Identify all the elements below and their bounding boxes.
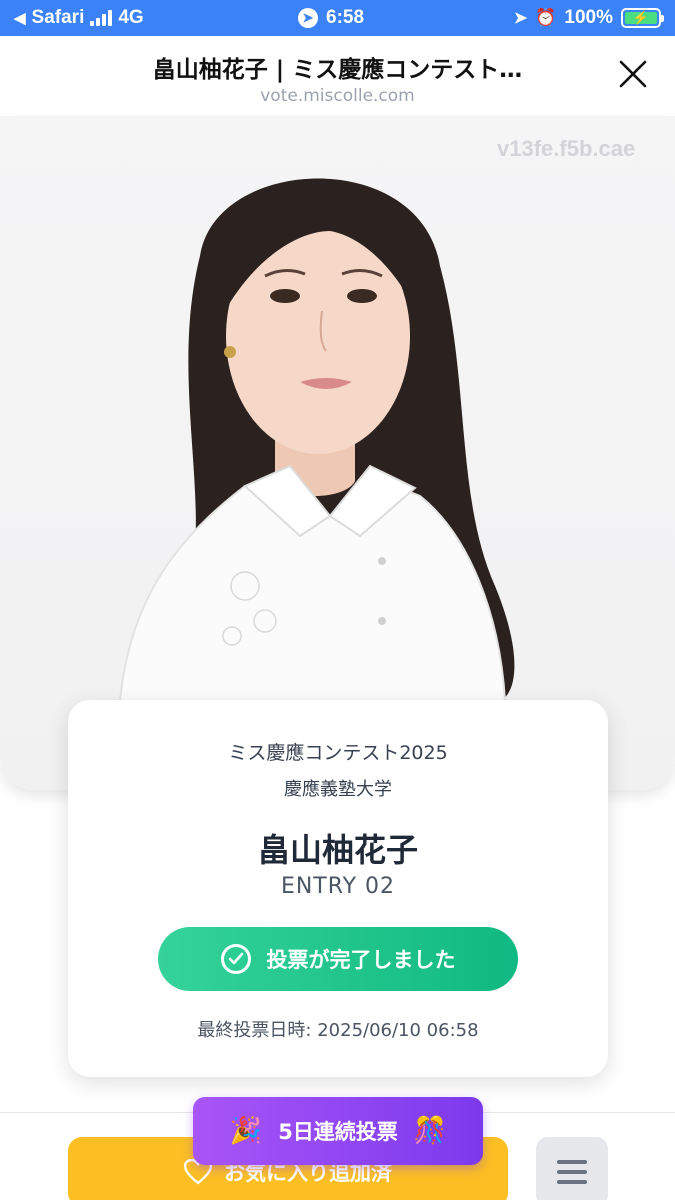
location-arrow-icon: ➤ bbox=[513, 10, 528, 27]
entry-number: ENTRY 02 bbox=[280, 874, 396, 899]
vote-complete-label: 投票が完了しました bbox=[266, 948, 456, 972]
signal-icon bbox=[90, 10, 113, 26]
network-label: 4G bbox=[118, 7, 144, 28]
menu-line bbox=[557, 1160, 587, 1164]
status-right: ➤ ⏰ 100% ⚡ bbox=[513, 7, 664, 29]
candidate-name: 畠山柚花子 bbox=[257, 831, 418, 869]
entry-info-card: ミス慶應コンテスト2025 慶應義塾大学 畠山柚花子 ENTRY 02 投票が完… bbox=[68, 700, 608, 1077]
menu-line bbox=[557, 1180, 587, 1184]
menu-button[interactable] bbox=[536, 1137, 608, 1200]
battery-percent: 100% bbox=[564, 7, 613, 28]
back-arrow-icon[interactable]: ◀ bbox=[14, 9, 26, 27]
page-title: 畠山柚花子 | ミス慶應コンテスト… bbox=[152, 57, 523, 83]
streak-label: 5日連続投票 bbox=[278, 1120, 398, 1144]
status-bar: ◀ Safari 4G ➤ 6:58 ➤ ⏰ 100% ⚡ bbox=[0, 0, 675, 36]
streak-badge[interactable]: 🎉 5日連続投票 🎊 bbox=[193, 1097, 483, 1165]
location-indicator-icon: ➤ bbox=[298, 8, 318, 28]
menu-line bbox=[557, 1170, 587, 1174]
vote-complete-button[interactable]: 投票が完了しました bbox=[158, 927, 518, 991]
party-popper-icon: 🎉 bbox=[229, 1116, 263, 1146]
alarm-icon: ⏰ bbox=[535, 8, 557, 27]
close-icon[interactable] bbox=[617, 58, 649, 90]
university-name: 慶應義塾大学 bbox=[284, 779, 392, 800]
watermark-top: v13fe.f5b.cae bbox=[497, 136, 636, 161]
last-vote-datetime: 最終投票日時: 2025/06/10 06:58 bbox=[197, 1020, 479, 1041]
back-app-label[interactable]: Safari bbox=[32, 7, 85, 29]
contest-name: ミス慶應コンテスト2025 bbox=[228, 742, 448, 764]
status-left: ◀ Safari 4G bbox=[14, 7, 144, 29]
status-center: ➤ 6:58 bbox=[298, 7, 364, 29]
portrait-illustration bbox=[118, 178, 515, 702]
check-circle-icon bbox=[220, 944, 251, 974]
confetti-ball-icon: 🎊 bbox=[413, 1116, 447, 1146]
browser-header: 畠山柚花子 | ミス慶應コンテスト… vote.miscolle.com bbox=[0, 36, 675, 116]
battery-icon: ⚡ bbox=[621, 8, 664, 28]
url-label[interactable]: vote.miscolle.com bbox=[0, 86, 675, 106]
clock-time: 6:58 bbox=[326, 7, 365, 28]
profile-photo: v13fe.f5b.cae v13fe.f5b.cae bbox=[0, 116, 675, 790]
